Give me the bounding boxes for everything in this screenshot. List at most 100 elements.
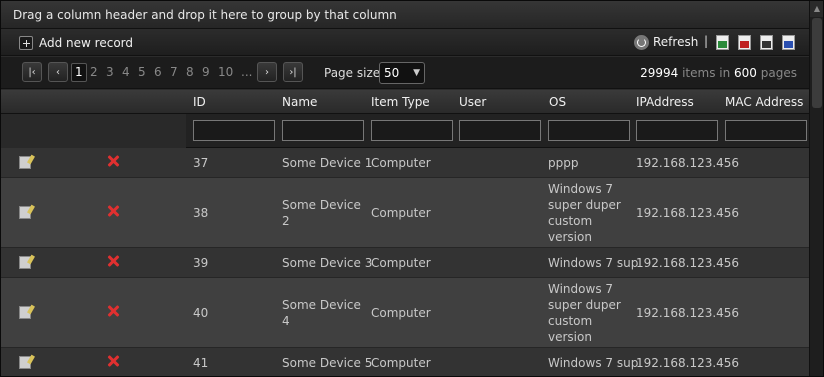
cell-name-line-1: Some Device [282, 298, 361, 312]
cell-os-line-4: version [548, 330, 592, 344]
filter-input-mac-address[interactable] [725, 120, 807, 141]
refresh-button[interactable]: Refresh [634, 33, 698, 51]
edit-icon[interactable] [19, 306, 31, 319]
cell-name-line-2: 2 [282, 214, 290, 228]
cell-os-line-4: version [548, 230, 592, 244]
cell-item-type: Computer [371, 156, 431, 170]
cell-item-type: Computer [371, 256, 431, 270]
prev-page-button[interactable]: ‹ [48, 62, 68, 82]
chevron-down-icon: ▼ [413, 68, 420, 78]
delete-icon[interactable] [106, 354, 120, 368]
cell-os-line-3: custom [548, 214, 593, 228]
cell-os-line-1: Windows 7 [548, 282, 614, 296]
refresh-label: Refresh [653, 35, 699, 49]
pdf-export-icon[interactable] [738, 35, 751, 50]
last-page-button[interactable]: ›| [283, 62, 303, 82]
refresh-icon [634, 34, 649, 50]
edit-icon[interactable] [19, 356, 31, 369]
filter-input-id[interactable] [193, 120, 275, 141]
filter-input-ipaddress[interactable] [636, 120, 718, 141]
excel-export-icon[interactable] [716, 35, 729, 50]
pager: |‹ ‹ 1 2 3 4 5 6 7 8 9 10 ... › ›| Page … [1, 57, 823, 89]
page-size-select[interactable]: 50 ▼ [379, 62, 425, 84]
items-in-label: items in [682, 66, 731, 80]
column-header-id[interactable]: ID [193, 95, 206, 109]
next-page-button[interactable]: › [257, 62, 277, 82]
filter-input-os[interactable] [548, 120, 630, 141]
delete-icon[interactable] [106, 304, 120, 318]
total-pages: 600 [734, 66, 757, 80]
cell-os: pppp [548, 156, 579, 170]
pages-label: pages [760, 66, 797, 80]
delete-icon[interactable] [106, 204, 120, 218]
pager-info: 29994 items in 600 pages [640, 66, 797, 80]
cell-id: 37 [193, 156, 209, 170]
cell-name-line-1: Some Device [282, 198, 361, 212]
column-header-name[interactable]: Name [282, 95, 317, 109]
page-link-4[interactable]: 4 [122, 65, 130, 79]
column-header-row: ID Name Item Type User OS IPAddress MAC … [1, 90, 809, 114]
edit-icon[interactable] [19, 256, 31, 269]
column-header-user[interactable]: User [459, 95, 486, 109]
page-link-6[interactable]: 6 [154, 65, 162, 79]
group-panel[interactable]: Drag a column header and drop it here to… [1, 1, 823, 29]
table-row[interactable]: 37 Some Device 1 Computer pppp 192.168.1… [1, 148, 809, 178]
delete-icon[interactable] [106, 254, 120, 268]
page-link-5[interactable]: 5 [138, 65, 146, 79]
page-size-label: Page size: [324, 66, 385, 80]
cell-ipaddress: 192.168.123.456 [636, 356, 740, 370]
filter-input-user[interactable] [459, 120, 541, 141]
column-header-item-type[interactable]: Item Type [371, 95, 430, 109]
cell-name-line-2: 4 [282, 314, 290, 328]
page-link-1[interactable]: 1 [71, 63, 87, 82]
cell-id: 39 [193, 256, 209, 270]
word-export-icon[interactable] [782, 35, 795, 50]
table-row[interactable]: 41 Some Device 5 Computer Windows 7 sup … [1, 348, 809, 376]
filter-row [1, 114, 809, 148]
cell-os-line-3: custom [548, 314, 593, 328]
filter-input-item-type[interactable] [371, 120, 453, 141]
column-header-ipaddress[interactable]: IPAddress [636, 95, 694, 109]
vertical-scrollbar[interactable]: ▲ [809, 1, 823, 376]
cell-name: Some Device 5 [282, 356, 373, 370]
cell-item-type: Computer [371, 356, 431, 370]
cell-ipaddress: 192.168.123.456 [636, 306, 740, 320]
page-link-7[interactable]: 7 [170, 65, 178, 79]
edit-icon[interactable] [19, 156, 31, 169]
cell-ipaddress: 192.168.123.456 [636, 256, 740, 270]
page-link-8[interactable]: 8 [186, 65, 194, 79]
first-page-button[interactable]: |‹ [22, 62, 42, 82]
cell-os-line-2: super duper [548, 298, 621, 312]
cell-ipaddress: 192.168.123.456 [636, 206, 740, 220]
cell-item-type: Computer [371, 206, 431, 220]
data-grid: Drag a column header and drop it here to… [0, 0, 824, 377]
csv-export-icon[interactable] [760, 35, 773, 50]
cell-os-line-2: super duper [548, 198, 621, 212]
scroll-thumb[interactable] [812, 18, 822, 108]
page-link-more[interactable]: ... [241, 65, 252, 79]
cell-ipaddress: 192.168.123.456 [636, 156, 740, 170]
table-row[interactable]: 39 Some Device 3 Computer Windows 7 sup … [1, 248, 809, 278]
grid-toolbar: Add new record Refresh | [1, 29, 823, 56]
page-link-9[interactable]: 9 [202, 65, 210, 79]
table-row[interactable]: 38 Some Device 2 Computer Windows 7 supe… [1, 178, 809, 248]
page-link-10[interactable]: 10 [218, 65, 233, 79]
edit-icon[interactable] [19, 206, 31, 219]
cell-name: Some Device 1 [282, 156, 373, 170]
page-link-2[interactable]: 2 [90, 65, 98, 79]
filter-input-name[interactable] [282, 120, 364, 141]
cell-id: 40 [193, 306, 209, 320]
filter-row-spacer [1, 114, 186, 148]
delete-icon[interactable] [106, 154, 120, 168]
column-header-mac-address[interactable]: MAC Address [725, 95, 803, 109]
cell-id: 38 [193, 206, 209, 220]
scroll-up-icon[interactable]: ▲ [810, 1, 823, 17]
page-link-3[interactable]: 3 [106, 65, 114, 79]
plus-icon [19, 36, 33, 50]
add-new-record-button[interactable]: Add new record [19, 34, 133, 52]
table-row[interactable]: 40 Some Device 4 Computer Windows 7 supe… [1, 278, 809, 348]
cell-os-line-1: Windows 7 [548, 182, 614, 196]
add-new-record-label: Add new record [39, 36, 133, 50]
toolbar-separator: | [704, 34, 709, 48]
column-header-os[interactable]: OS [549, 95, 566, 109]
